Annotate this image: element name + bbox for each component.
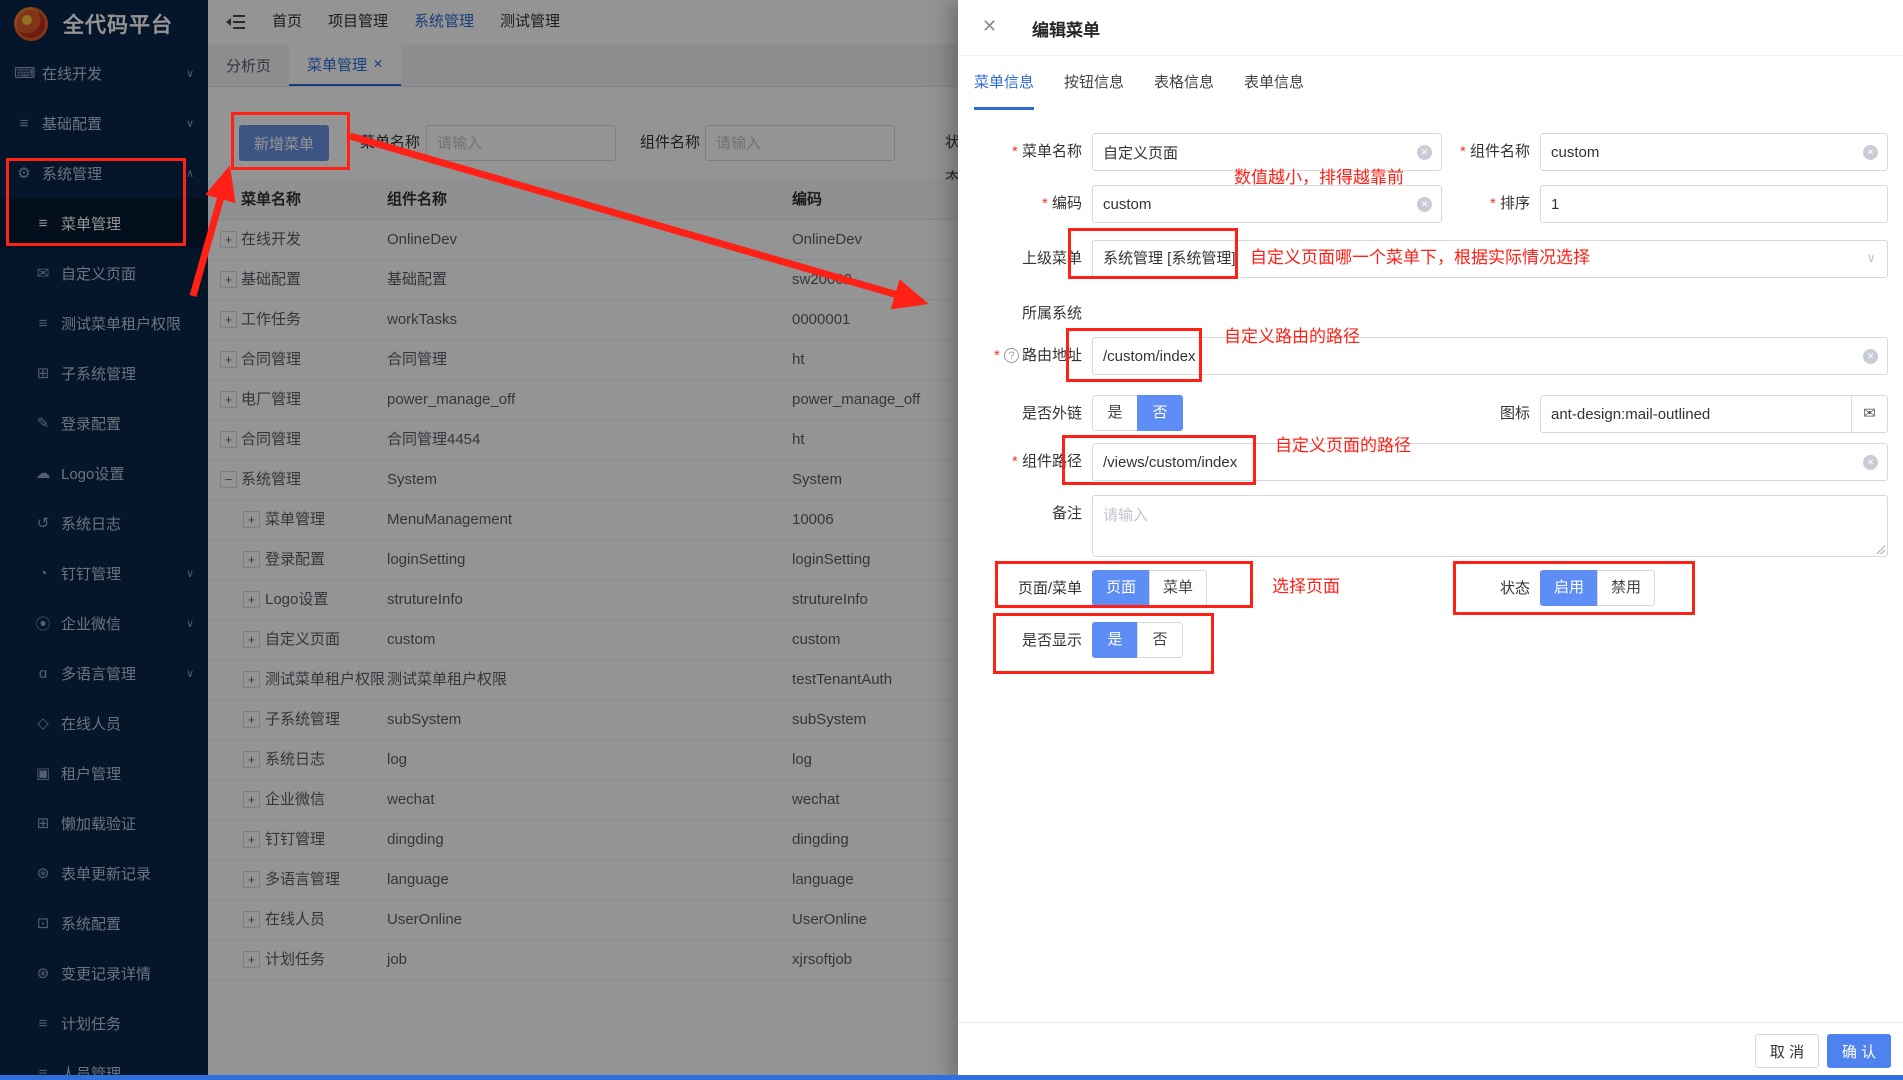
menu-name-field[interactable] — [1092, 133, 1442, 171]
bottom-scrollbar[interactable] — [0, 1075, 1903, 1080]
visible-label: 是否显示 — [972, 622, 1082, 660]
remark-field[interactable] — [1092, 495, 1888, 557]
drawer-header: 编辑菜单 — [958, 0, 1903, 56]
resize-handle[interactable] — [1875, 544, 1885, 554]
status-label: 状态 — [1420, 570, 1530, 608]
parent-menu-select[interactable]: 系统管理 [系统管理] — [1092, 240, 1888, 278]
component-path-field[interactable] — [1092, 443, 1888, 481]
parent-menu-label: 上级菜单 — [972, 240, 1082, 278]
sort-field[interactable] — [1540, 185, 1888, 223]
toggle-option[interactable]: 启用 — [1540, 570, 1598, 606]
app-root: 全代码平台 ⌨在线开发∨≡基础配置∨⚙系统管理∧≡菜单管理✉自定义页面≡测试菜单… — [0, 0, 1903, 1080]
component-name-field[interactable] — [1540, 133, 1888, 171]
external-link-label: 是否外链 — [972, 395, 1082, 433]
drawer-tab[interactable]: 菜单信息 — [974, 56, 1034, 110]
clear-icon[interactable] — [1863, 145, 1878, 160]
toggle-option[interactable]: 否 — [1137, 622, 1183, 658]
remark-textarea[interactable] — [1093, 496, 1887, 556]
code-field[interactable] — [1092, 185, 1442, 223]
drawer-title: 编辑菜单 — [1032, 16, 1100, 41]
toggle-option[interactable]: 页面 — [1092, 570, 1150, 606]
icon-field[interactable] — [1540, 395, 1888, 433]
code-label: 编码 — [972, 185, 1082, 223]
component-path-label: 组件路径 — [972, 443, 1082, 481]
page-menu-toggle: 页面菜单 — [1092, 570, 1207, 606]
edit-menu-drawer: 编辑菜单 菜单信息按钮信息表格信息表单信息 菜单名称 组件名称 编码 排序 上级… — [958, 0, 1903, 1080]
remark-label: 备注 — [972, 495, 1082, 533]
question-circle-icon — [1004, 348, 1019, 363]
route-field[interactable] — [1092, 337, 1888, 375]
drawer-tabs: 菜单信息按钮信息表格信息表单信息 — [958, 56, 1903, 110]
drawer-tab[interactable]: 表格信息 — [1154, 56, 1214, 110]
icon-field-label: 图标 — [1420, 395, 1530, 433]
system-label: 所属系统 — [972, 295, 1082, 333]
clear-icon[interactable] — [1863, 349, 1878, 364]
visible-toggle: 是否 — [1092, 622, 1183, 658]
cancel-button[interactable]: 取 消 — [1755, 1034, 1819, 1068]
component-name-input[interactable] — [1541, 134, 1887, 170]
drawer-tab[interactable]: 按钮信息 — [1064, 56, 1124, 110]
sort-input[interactable] — [1541, 186, 1887, 222]
toggle-option[interactable]: 是 — [1092, 622, 1138, 658]
external-link-toggle: 是否 — [1092, 395, 1183, 431]
icon-input[interactable] — [1541, 396, 1887, 432]
page-menu-label: 页面/菜单 — [972, 570, 1082, 608]
mail-icon[interactable] — [1851, 396, 1887, 432]
menu-name-label: 菜单名称 — [972, 133, 1082, 171]
clear-icon[interactable] — [1863, 455, 1878, 470]
status-toggle: 启用禁用 — [1540, 570, 1655, 606]
route-input[interactable] — [1093, 338, 1887, 374]
menu-name-input[interactable] — [1093, 134, 1441, 170]
drawer-mask[interactable] — [0, 0, 958, 1080]
parent-menu-value: 系统管理 [系统管理] — [1093, 241, 1887, 277]
chevron-down-icon — [1866, 250, 1876, 266]
toggle-option[interactable]: 菜单 — [1149, 570, 1207, 606]
close-icon[interactable] — [982, 16, 1004, 38]
toggle-option[interactable]: 否 — [1137, 395, 1183, 431]
route-label: 路由地址 — [962, 337, 1082, 375]
component-path-input[interactable] — [1093, 444, 1887, 480]
code-input[interactable] — [1093, 186, 1441, 222]
confirm-button[interactable]: 确 认 — [1827, 1034, 1891, 1068]
drawer-tab[interactable]: 表单信息 — [1244, 56, 1304, 110]
toggle-option[interactable]: 是 — [1092, 395, 1138, 431]
sort-label: 排序 — [1420, 185, 1530, 223]
drawer-footer: 取 消 确 认 — [958, 1022, 1903, 1080]
component-name-label: 组件名称 — [1420, 133, 1530, 171]
toggle-option[interactable]: 禁用 — [1597, 570, 1655, 606]
